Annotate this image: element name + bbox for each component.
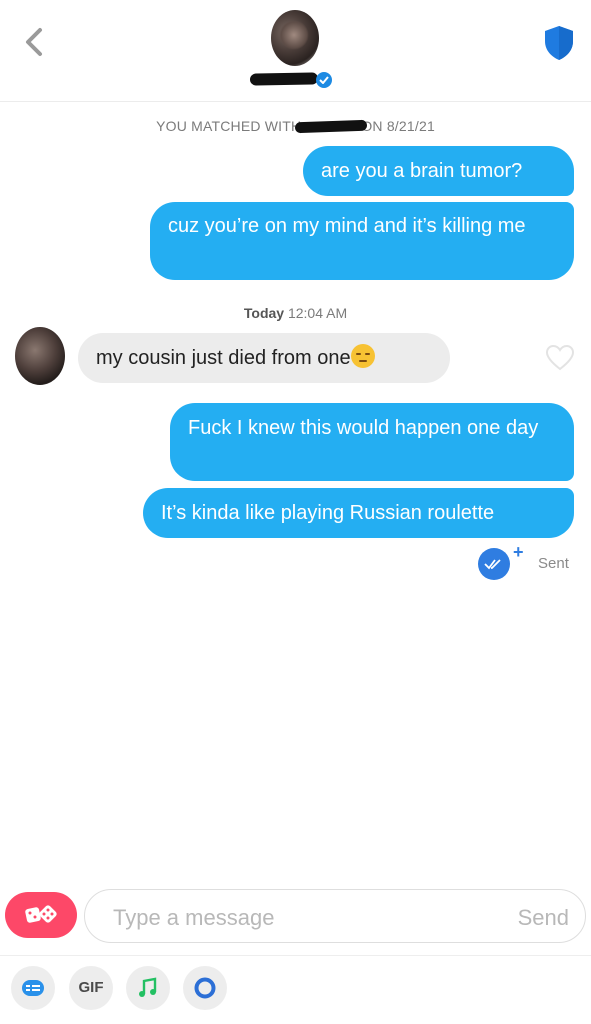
chat-bubble-icon [22, 980, 44, 996]
chevron-left-icon[interactable] [14, 22, 54, 62]
read-receipt-plus[interactable]: + [513, 542, 524, 563]
message-text: my cousin just died from one [96, 347, 351, 369]
like-heart-icon[interactable] [545, 344, 575, 372]
pensive-face-emoji-icon [350, 344, 375, 368]
games-button[interactable] [5, 892, 77, 938]
message-placeholder: Type a message [113, 905, 275, 930]
music-note-icon [139, 977, 157, 997]
verified-badge-icon [316, 72, 332, 88]
gif-label: GIF [78, 979, 104, 996]
circle-ring-icon [194, 977, 216, 999]
match-date: ON 8/21/21 [361, 118, 435, 134]
read-receipt-icon[interactable] [478, 548, 510, 580]
music-button[interactable] [126, 966, 170, 1010]
timestamp-day: Today [243, 305, 285, 321]
dice-icon [25, 905, 57, 923]
sent-status: Sent [538, 555, 569, 572]
chat-header [0, 0, 591, 102]
match-avatar[interactable] [271, 10, 319, 66]
loop-button[interactable] [183, 966, 227, 1010]
message-incoming[interactable]: my cousin just died from one [78, 333, 450, 383]
toolbar-divider [0, 955, 591, 956]
match-prefix: YOU MATCHED WITH [156, 118, 302, 134]
redacted-name [295, 119, 368, 134]
message-input[interactable]: Type a message Send [84, 889, 586, 943]
gif-button[interactable]: GIF [69, 966, 113, 1010]
message-outgoing[interactable]: cuz you’re on my mind and it’s killing m… [150, 202, 574, 280]
sticker-button[interactable] [11, 966, 55, 1010]
sender-avatar[interactable] [15, 327, 65, 385]
message-outgoing[interactable]: are you a brain tumor? [303, 146, 574, 196]
shield-icon[interactable] [542, 24, 576, 62]
timestamp: Today 12:04 AM [0, 305, 591, 321]
timestamp-time: 12:04 AM [287, 305, 348, 321]
message-outgoing[interactable]: It’s kinda like playing Russian roulette [143, 488, 574, 538]
redacted-name [249, 72, 319, 86]
match-info: YOU MATCHED WITH ON 8/21/21 [0, 118, 591, 134]
message-outgoing[interactable]: Fuck I knew this would happen one day [170, 403, 574, 481]
send-button[interactable]: Send [518, 905, 569, 931]
